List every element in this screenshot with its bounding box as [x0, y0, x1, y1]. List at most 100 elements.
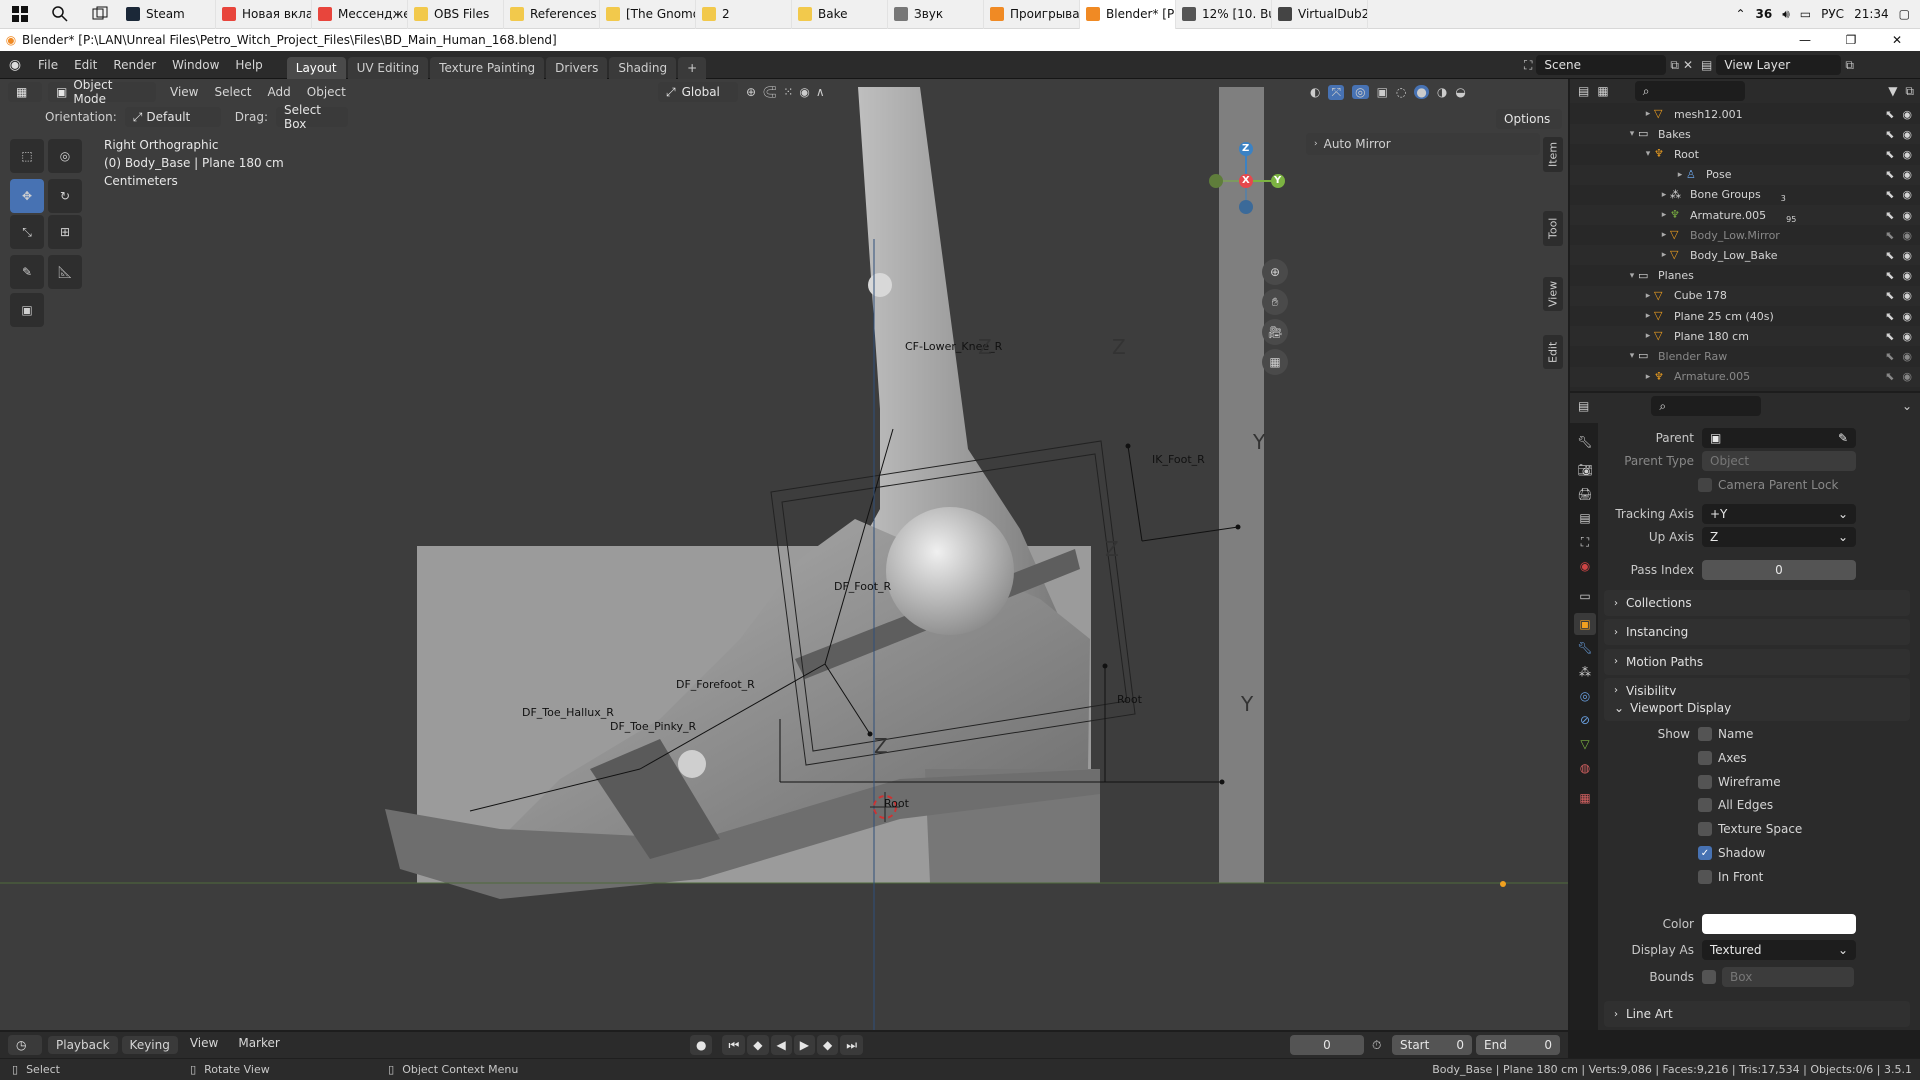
outliner-row[interactable]: ▸ ⁂ Bone Groups 3 ⬉ ◉: [1570, 185, 1920, 205]
transform-tool[interactable]: ⊞: [48, 215, 82, 249]
search-icon[interactable]: [40, 0, 80, 29]
select-arrow-icon[interactable]: ⬉: [1885, 128, 1894, 141]
blender-menu-icon[interactable]: ◉: [0, 57, 30, 73]
restore-icon[interactable]: ❐: [1828, 33, 1874, 47]
texture-tab[interactable]: ▦: [1574, 787, 1596, 809]
collapsed-triangle-icon[interactable]: ▸: [1642, 372, 1654, 382]
taskbar-app-0[interactable]: Steam: [120, 0, 216, 29]
wireframe-shading-icon[interactable]: ◌: [1396, 85, 1406, 99]
scene-selector[interactable]: Scene: [1536, 55, 1667, 75]
panel-instancing[interactable]: › Instancing: [1604, 619, 1910, 646]
eye-icon[interactable]: ◉: [1902, 269, 1912, 282]
eye-icon[interactable]: ◉: [1902, 310, 1912, 323]
collapsed-triangle-icon[interactable]: ▸: [1674, 170, 1686, 180]
tab-drivers[interactable]: Drivers: [546, 56, 608, 79]
tray-count[interactable]: 36: [1756, 7, 1773, 21]
timeline-menu-marker[interactable]: Marker: [230, 1036, 287, 1054]
outliner-row[interactable]: ▸ ▽ Body_Low.Mirror ⬉ ◉: [1570, 225, 1920, 245]
select-arrow-icon[interactable]: ⬉: [1885, 289, 1894, 302]
timeline-menu-view[interactable]: View: [182, 1036, 226, 1054]
viewport-menu-view[interactable]: View: [162, 85, 206, 99]
prev-keyframe-icon[interactable]: ◆: [747, 1035, 769, 1055]
notifications-icon[interactable]: ▢: [1899, 7, 1910, 21]
collapsed-triangle-icon[interactable]: ▸: [1658, 230, 1670, 240]
visibility-icon[interactable]: ◐: [1310, 85, 1320, 99]
expanded-triangle-icon[interactable]: ▾: [1626, 351, 1638, 361]
up-axis-dropdown[interactable]: Z ⌄: [1702, 527, 1856, 547]
measure-tool[interactable]: 📐︎: [48, 255, 82, 289]
select-arrow-icon[interactable]: ⬉: [1885, 168, 1894, 181]
panel-motion-paths[interactable]: › Motion Paths: [1604, 648, 1910, 675]
parent-type-dropdown[interactable]: Object: [1702, 451, 1856, 471]
outliner-row[interactable]: ▸ ▽ mesh12.001 ⬉ ◉: [1570, 104, 1920, 124]
current-frame-field[interactable]: 0: [1290, 1035, 1364, 1055]
annotate-tool[interactable]: ✎: [10, 255, 44, 289]
show-wireframe-checkbox[interactable]: Wireframe: [1698, 771, 1781, 793]
display-as-dropdown[interactable]: Textured ⌄: [1702, 940, 1856, 960]
eye-icon[interactable]: ◉: [1902, 249, 1912, 262]
select-arrow-icon[interactable]: ⬉: [1885, 148, 1894, 161]
tab-shading[interactable]: Shading: [609, 56, 677, 79]
select-arrow-icon[interactable]: ⬉: [1885, 310, 1894, 323]
taskbar-app-11[interactable]: 12% [10. Build...: [1176, 0, 1272, 29]
windows-start-icon[interactable]: [0, 0, 40, 29]
pan-hand-icon[interactable]: ✋︎: [1262, 289, 1288, 315]
collapsed-triangle-icon[interactable]: ▸: [1642, 291, 1654, 301]
close-icon[interactable]: ✕: [1874, 33, 1920, 47]
menu-edit[interactable]: Edit: [66, 58, 105, 72]
minimize-icon[interactable]: —: [1782, 33, 1828, 47]
ortho-grid-icon[interactable]: ▦: [1262, 349, 1288, 375]
panel-line-art[interactable]: › Line Art: [1604, 1001, 1910, 1027]
viewport-menu-object[interactable]: Object: [299, 85, 354, 99]
outliner-row[interactable]: ▸ ▽ Plane 180 cm ⬉ ◉: [1570, 326, 1920, 347]
scale-tool[interactable]: ⤡: [10, 215, 44, 249]
eye-icon[interactable]: ◉: [1902, 370, 1912, 383]
select-arrow-icon[interactable]: ⬉: [1885, 350, 1894, 363]
panel-collections[interactable]: › Collections: [1604, 590, 1910, 616]
jump-end-icon[interactable]: ⏭: [840, 1035, 864, 1055]
eye-icon[interactable]: ◉: [1902, 168, 1912, 181]
taskbar-app-9[interactable]: Проигрывате...: [984, 0, 1080, 29]
falloff-icon[interactable]: ∧: [816, 85, 825, 99]
particles-tab[interactable]: ⁂: [1574, 661, 1596, 683]
gizmo-z-label[interactable]: Z: [1242, 143, 1249, 154]
collapsed-triangle-icon[interactable]: ▸: [1642, 311, 1654, 321]
editor-type-button[interactable]: ▦: [8, 82, 42, 102]
timeline-menu-playback[interactable]: Playback: [48, 1036, 118, 1054]
3d-viewport[interactable]: CF-Lower_Knee_R IK_Foot_R DF_Foot_R DF_Fore…: [0, 79, 1568, 1030]
eye-icon[interactable]: ◉: [1902, 330, 1912, 343]
menu-file[interactable]: File: [30, 58, 66, 72]
collapsed-triangle-icon[interactable]: ▸: [1642, 331, 1654, 341]
eye-icon[interactable]: ◉: [1902, 108, 1912, 121]
rendered-shading-icon[interactable]: ◒: [1455, 85, 1465, 99]
viewport-menu-select[interactable]: Select: [206, 85, 259, 99]
end-frame-field[interactable]: End 0: [1476, 1035, 1560, 1055]
properties-editor[interactable]: ▤ ⌕ ⌄ 🔧︎ 📷︎ 🖨︎ ▤ ⛶ ◉ ▭ ▣ 🔧︎ ⁂ ◎ ⊘ ▽ ◍ ▦ …: [1570, 393, 1920, 1030]
view-layer-tab[interactable]: ▤: [1574, 507, 1596, 529]
network-icon[interactable]: ▭: [1800, 7, 1811, 21]
display-mode-icon[interactable]: ▦: [1597, 84, 1608, 98]
world-tab[interactable]: ◉: [1574, 555, 1596, 577]
taskbar-app-1[interactable]: Новая вкладк...: [216, 0, 312, 29]
tracking-axis-dropdown[interactable]: +Y ⌄: [1702, 504, 1856, 524]
show-in-front-checkbox[interactable]: In Front: [1698, 866, 1763, 888]
expanded-triangle-icon[interactable]: ▾: [1626, 271, 1638, 281]
collection-tab[interactable]: ▭: [1574, 585, 1596, 607]
tool-tab[interactable]: 🔧︎: [1574, 431, 1596, 453]
tab-layout[interactable]: Layout: [286, 56, 346, 79]
camera-view-icon[interactable]: 🎥︎: [1262, 319, 1288, 345]
view-layer-selector[interactable]: View Layer: [1716, 55, 1842, 75]
gizmo-toggle-icon[interactable]: ⤧: [1328, 84, 1345, 100]
viewport-scene[interactable]: [0, 79, 1568, 1030]
delete-scene-icon[interactable]: ✕: [1683, 58, 1693, 72]
show-axes-checkbox[interactable]: Axes: [1698, 747, 1747, 769]
material-shading-icon[interactable]: ◑: [1437, 85, 1447, 99]
new-view-layer-icon[interactable]: ⧉: [1845, 58, 1854, 73]
xray-icon[interactable]: ▣: [1377, 85, 1388, 99]
scene-icon[interactable]: ⛶: [1524, 58, 1532, 73]
start-frame-field[interactable]: Start 0: [1392, 1035, 1472, 1055]
play-reverse-icon[interactable]: ◀: [770, 1035, 792, 1055]
new-collection-icon[interactable]: ⧉: [1905, 84, 1914, 99]
options-icon[interactable]: ⌄: [1902, 399, 1912, 413]
jump-start-icon[interactable]: ⏮: [722, 1035, 746, 1055]
